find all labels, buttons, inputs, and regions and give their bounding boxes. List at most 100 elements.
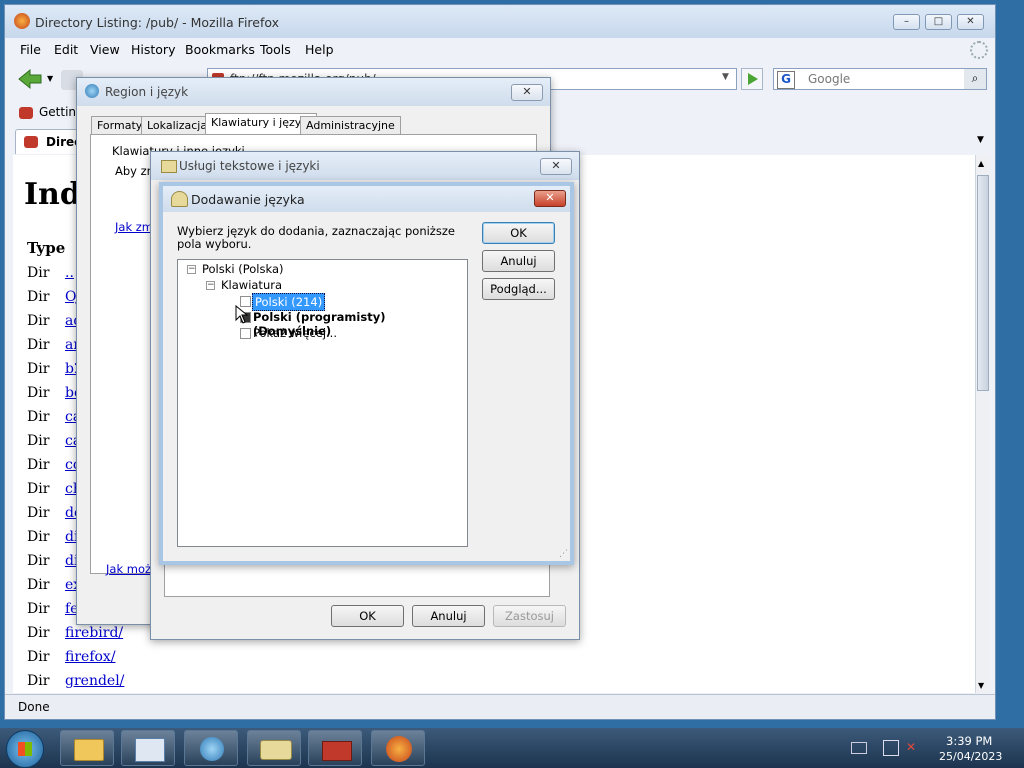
collapse-icon[interactable]: − (206, 281, 215, 290)
folder-icon (74, 739, 104, 761)
tree-root[interactable]: Polski (Polska) (202, 262, 283, 276)
row-type: Dir (27, 265, 50, 281)
back-dropdown-icon[interactable]: ▼ (47, 74, 53, 83)
row-link[interactable]: .. (65, 265, 74, 281)
row-type: Dir (27, 481, 50, 497)
column-type-header: Type (27, 239, 66, 257)
taskbar: ✕ 3:39 PM 25/04/2023 (0, 728, 1024, 768)
firefox-icon (386, 736, 412, 762)
throbber-icon (970, 41, 988, 59)
dialog-close-button[interactable]: ✕ (534, 190, 566, 207)
dialog-title: Region i język (105, 85, 189, 99)
globe-clock-icon (200, 737, 224, 761)
row-link[interactable]: grendel/ (65, 673, 124, 689)
taskbar-explorer[interactable] (60, 730, 114, 766)
tab-administracyjne[interactable]: Administracyjne (300, 116, 401, 135)
apply-button[interactable]: Zastosuj (493, 605, 566, 627)
url-dropdown-icon[interactable]: ▼ (722, 72, 729, 82)
menu-help[interactable]: Help (305, 42, 334, 57)
go-button[interactable] (741, 68, 763, 90)
status-text: Done (18, 700, 50, 714)
menu-bar: File Edit View History Bookmarks Tools H… (5, 38, 995, 60)
tray-network-icon[interactable] (883, 740, 899, 756)
add-language-dialog: Dodawanie języka ✕ Wybierz język do doda… (159, 182, 574, 565)
row-type: Dir (27, 553, 50, 569)
search-box[interactable]: G Google ⌕ (773, 68, 987, 90)
row-link[interactable]: firefox/ (65, 649, 116, 665)
row-type: Dir (27, 361, 50, 377)
menu-edit[interactable]: Edit (54, 42, 78, 57)
language-tree[interactable]: − Polski (Polska) − Klawiatura Polski (2… (177, 259, 468, 547)
vertical-scrollbar[interactable]: ▲ ▼ (975, 155, 990, 693)
scroll-down-icon[interactable]: ▼ (978, 681, 984, 690)
title-bar: Directory Listing: /pub/ - Mozilla Firef… (5, 5, 995, 38)
search-placeholder: Google (808, 72, 851, 86)
row-type: Dir (27, 337, 50, 353)
row-type: Dir (27, 433, 50, 449)
clock-date[interactable]: 25/04/2023 (939, 750, 1002, 763)
back-arrow-icon (18, 68, 42, 90)
cancel-button[interactable]: Anuluj (482, 250, 555, 272)
dialog-close-button[interactable]: ✕ (511, 84, 543, 101)
row-type: Dir (27, 529, 50, 545)
menu-view[interactable]: View (90, 42, 120, 57)
minimize-button[interactable]: – (893, 14, 920, 30)
status-bar: Done (5, 694, 995, 719)
tree-item-show-more[interactable]: Pokaż więcej... (253, 326, 337, 340)
tab-favicon (24, 136, 38, 148)
dialog-title: Usługi tekstowe i języki (179, 159, 320, 173)
ok-button[interactable]: OK (482, 222, 555, 244)
taskbar-control-panel[interactable] (121, 730, 175, 766)
tray-keyboard-icon[interactable] (851, 742, 867, 754)
globe-icon (85, 84, 99, 98)
search-icon[interactable]: ⌕ (964, 69, 986, 89)
google-icon[interactable]: G (777, 71, 795, 89)
close-button[interactable]: ✕ (957, 14, 984, 30)
row-type: Dir (27, 601, 50, 617)
scroll-up-icon[interactable]: ▲ (978, 159, 984, 168)
row-type: Dir (27, 577, 50, 593)
keyboard-icon (260, 740, 292, 760)
row-type: Dir (27, 673, 50, 689)
collapse-icon[interactable]: − (187, 265, 196, 274)
tree-item-polski-214[interactable]: Polski (214) (252, 293, 326, 311)
clock-time[interactable]: 3:39 PM (946, 734, 992, 748)
tab-formaty[interactable]: Formaty (91, 116, 149, 135)
window-title: Directory Listing: /pub/ - Mozilla Firef… (35, 15, 280, 30)
row-type: Dir (27, 505, 50, 521)
tab-lokalizacja[interactable]: Lokalizacja (141, 116, 214, 135)
instruction-text: Wybierz język do dodania, zaznaczając po… (177, 224, 455, 251)
row-type: Dir (27, 385, 50, 401)
dialog-panel (164, 565, 550, 597)
maximize-button[interactable]: □ (925, 14, 952, 30)
dialog-title-bar: Region i język ✕ (77, 78, 550, 106)
dialog-title: Dodawanie języka (191, 192, 305, 207)
back-button[interactable] (17, 68, 43, 90)
tree-group-keyboard[interactable]: Klawiatura (221, 278, 282, 292)
tab-list-dropdown-icon[interactable]: ▼ (977, 135, 984, 145)
row-type: Dir (27, 313, 50, 329)
menu-history[interactable]: History (131, 42, 175, 57)
row-type: Dir (27, 409, 50, 425)
taskbar-toolbox[interactable] (308, 730, 362, 766)
menu-bookmarks[interactable]: Bookmarks (185, 42, 255, 57)
cancel-button[interactable]: Anuluj (412, 605, 485, 627)
preview-button[interactable]: Podgląd... (482, 278, 555, 300)
dialog-close-button[interactable]: ✕ (540, 158, 572, 175)
mouse-cursor-icon (235, 305, 249, 324)
taskbar-firefox[interactable] (371, 730, 425, 766)
start-button[interactable] (6, 730, 44, 768)
menu-tools[interactable]: Tools (260, 42, 291, 57)
row-link[interactable]: firebird/ (65, 625, 123, 641)
dialog-title-bar: Usługi tekstowe i języki ✕ (151, 152, 579, 180)
taskbar-text-services[interactable] (247, 730, 301, 766)
firefox-icon (14, 13, 30, 29)
dialog-title-bar: Dodawanie języka ✕ (163, 186, 570, 212)
scroll-thumb[interactable] (977, 175, 989, 391)
menu-file[interactable]: File (20, 42, 41, 57)
ok-button[interactable]: OK (331, 605, 404, 627)
taskbar-region-language[interactable] (184, 730, 238, 766)
checkbox-show-more[interactable] (240, 328, 251, 339)
tray-volume-muted-icon[interactable]: ✕ (906, 740, 916, 754)
resize-grip-icon[interactable]: ⋰ (559, 549, 568, 559)
